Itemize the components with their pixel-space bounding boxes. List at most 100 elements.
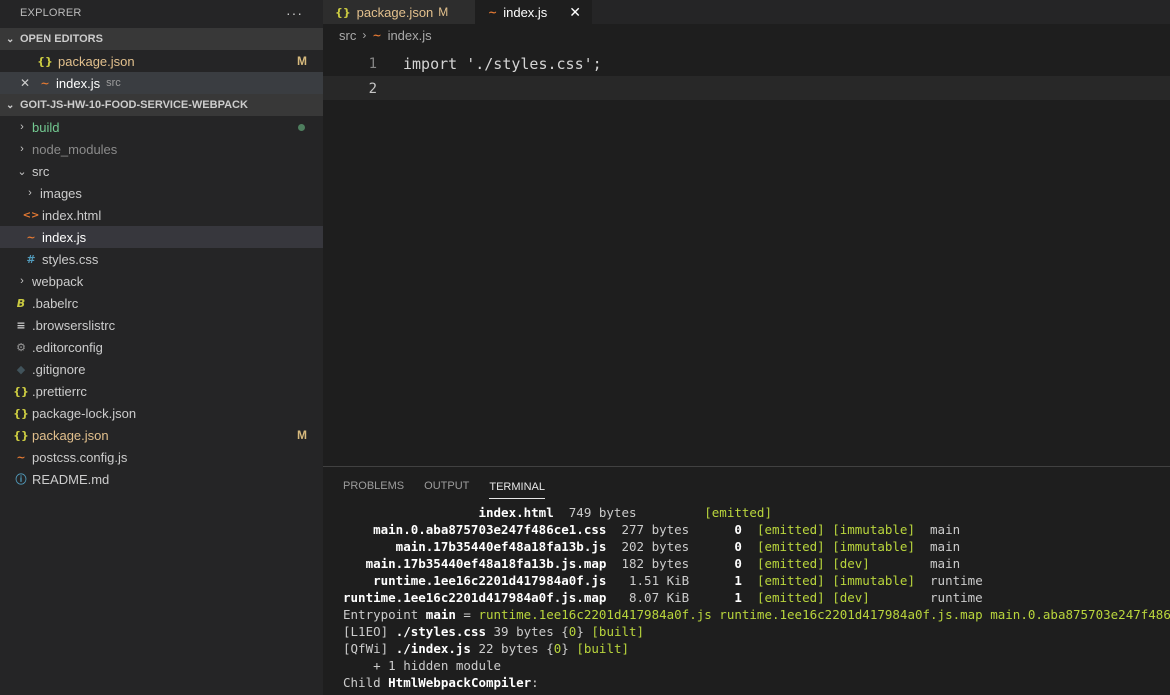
js-file-icon: ~ (26, 230, 36, 244)
editor-area: {} package.json M ~ index.js ✕ src › ~ i… (323, 0, 1170, 466)
tree-folder-src[interactable]: ⌄ src (0, 160, 323, 182)
terminal-hidden: + 1 hidden module (343, 658, 502, 673)
terminal-asset-row: runtime.1ee16c2201d417984a0f.js.map 8.07… (343, 590, 983, 605)
open-editor-label: index.js (56, 75, 101, 91)
tree-label: build (32, 119, 60, 135)
html-file-icon: <> (22, 209, 40, 221)
line-number: 1 (368, 56, 377, 72)
terminal-module: [QfWi] ./index.js 22 bytes {0} [built] (343, 641, 630, 656)
tab-output[interactable]: OUTPUT (424, 467, 469, 504)
chevron-right-icon: › (20, 121, 24, 133)
breadcrumb: src › ~ index.js (323, 24, 1170, 46)
json-file-icon: {} (13, 384, 29, 398)
tree-file-index-html[interactable]: <> index.html (0, 204, 323, 226)
tree-file-postcss-config[interactable]: ~ postcss.config.js (0, 446, 323, 468)
project-label: GOIT-JS-HW-10-FOOD-SERVICE-WEBPACK (20, 99, 248, 111)
tree-label: .browserslistrc (32, 317, 116, 333)
code-line-current[interactable]: 2 (323, 76, 1170, 100)
tree-folder-node-modules[interactable]: › node_modules (0, 138, 323, 160)
untracked-dot (298, 123, 305, 131)
terminal-asset-row: main.17b35440ef48a18fa13b.js.map 182 byt… (343, 556, 961, 571)
explorer-sidebar: EXPLORER ··· ⌄ OPEN EDITORS {} package.j… (0, 0, 323, 695)
close-icon[interactable]: ✕ (20, 76, 36, 90)
tree-file-readme[interactable]: ⓘ README.md (0, 468, 323, 490)
tree-file-editorconfig[interactable]: ⚙ .editorconfig (0, 336, 323, 358)
string-literal: './styles.css' (466, 55, 593, 73)
js-file-icon: ~ (40, 76, 50, 90)
git-file-icon: ◆ (16, 362, 26, 376)
tree-label: .editorconfig (32, 339, 103, 355)
explorer-header: EXPLORER ··· (0, 0, 323, 26)
js-file-icon: ~ (16, 450, 26, 464)
js-file-icon: ~ (488, 5, 498, 19)
tree-folder-images[interactable]: › images (0, 182, 323, 204)
chevron-right-icon: › (20, 143, 24, 155)
tree-file-styles-css[interactable]: # styles.css (0, 248, 323, 270)
css-file-icon: # (26, 252, 36, 266)
tab-package-json[interactable]: {} package.json M (323, 0, 476, 24)
js-file-icon: ~ (372, 28, 382, 42)
tab-terminal[interactable]: TERMINAL (489, 477, 545, 499)
tree-file-index-js[interactable]: ~ index.js (0, 226, 323, 248)
code-editor[interactable]: 1 import './styles.css'; 2 (323, 52, 1170, 100)
terminal-child: Child HtmlWebpackCompiler: (343, 675, 539, 690)
chevron-down-icon: ⌄ (17, 165, 27, 178)
tree-label: .prettierrc (32, 383, 87, 399)
gear-icon: ⚙ (16, 340, 26, 354)
terminal-asset-row: main.0.aba875703e247f486ce1.css 277 byte… (343, 522, 961, 537)
code-line[interactable]: 1 import './styles.css'; (323, 52, 1170, 76)
json-file-icon: {} (13, 428, 29, 442)
tree-file-package-json[interactable]: {} package.json M (0, 424, 323, 446)
chevron-down-icon: ⌄ (6, 33, 15, 45)
editor-tabbar: {} package.json M ~ index.js ✕ (323, 0, 1170, 24)
terminal-asset-row: runtime.1ee16c2201d417984a0f.js 1.51 KiB… (343, 573, 983, 588)
modified-badge: M (297, 54, 307, 68)
explorer-title: EXPLORER (20, 7, 82, 19)
text-file-icon: ≡ (16, 318, 26, 332)
json-file-icon: {} (37, 54, 53, 68)
terminal-asset-row: index.html 749 bytes [emitted] (343, 505, 772, 520)
json-file-icon: {} (335, 5, 351, 19)
open-editors-header[interactable]: ⌄ OPEN EDITORS (0, 28, 323, 50)
modified-badge: M (438, 5, 449, 19)
project-header[interactable]: ⌄ GOIT-JS-HW-10-FOOD-SERVICE-WEBPACK (0, 94, 323, 116)
tab-label: index.js (503, 4, 548, 20)
open-editor-index-js[interactable]: ✕ ~ index.js src (0, 72, 323, 94)
modified-badge: M (297, 428, 307, 442)
more-actions-icon[interactable]: ··· (286, 5, 303, 21)
tree-label: package-lock.json (32, 405, 137, 421)
tree-label: index.js (42, 229, 87, 245)
chevron-down-icon: ⌄ (6, 99, 15, 111)
chevron-right-icon: › (28, 187, 32, 199)
line-content[interactable]: import './styles.css'; (377, 55, 602, 73)
babel-file-icon: B (16, 296, 26, 310)
tree-label: README.md (32, 471, 110, 487)
breadcrumb-file[interactable]: index.js (388, 28, 432, 43)
open-editors-label: OPEN EDITORS (20, 33, 103, 45)
tree-label: styles.css (42, 251, 99, 267)
tree-label: src (32, 163, 50, 179)
terminal-entrypoint: Entrypoint main = runtime.1ee16c2201d417… (343, 607, 1170, 622)
terminal-module: [L1EO] ./styles.css 39 bytes {0} [built] (343, 624, 645, 639)
tree-label: .babelrc (32, 295, 79, 311)
tree-file-babelrc[interactable]: B .babelrc (0, 292, 323, 314)
tab-problems[interactable]: PROBLEMS (343, 467, 404, 504)
open-editor-package-json[interactable]: {} package.json M (0, 50, 323, 72)
open-editor-desc: src (106, 77, 121, 89)
chevron-right-icon: › (20, 275, 24, 287)
breadcrumb-folder[interactable]: src (339, 28, 356, 43)
tree-file-browserslistrc[interactable]: ≡ .browserslistrc (0, 314, 323, 336)
keyword: import (403, 55, 458, 73)
tree-label: .gitignore (32, 361, 86, 377)
tree-file-gitignore[interactable]: ◆ .gitignore (0, 358, 323, 380)
bottom-panel: PROBLEMS OUTPUT TERMINAL index.html 749 … (323, 466, 1170, 695)
terminal-output[interactable]: index.html 749 bytes [emitted] main.0.ab… (323, 504, 1170, 691)
tab-index-js[interactable]: ~ index.js ✕ (476, 0, 592, 24)
tree-file-package-lock-json[interactable]: {} package-lock.json (0, 402, 323, 424)
punctuation: ; (592, 55, 602, 73)
tree-folder-webpack[interactable]: › webpack (0, 270, 323, 292)
tree-label: node_modules (32, 141, 118, 157)
tree-folder-build[interactable]: › build (0, 116, 323, 138)
close-icon[interactable]: ✕ (569, 4, 581, 21)
tree-file-prettierrc[interactable]: {} .prettierrc (0, 380, 323, 402)
